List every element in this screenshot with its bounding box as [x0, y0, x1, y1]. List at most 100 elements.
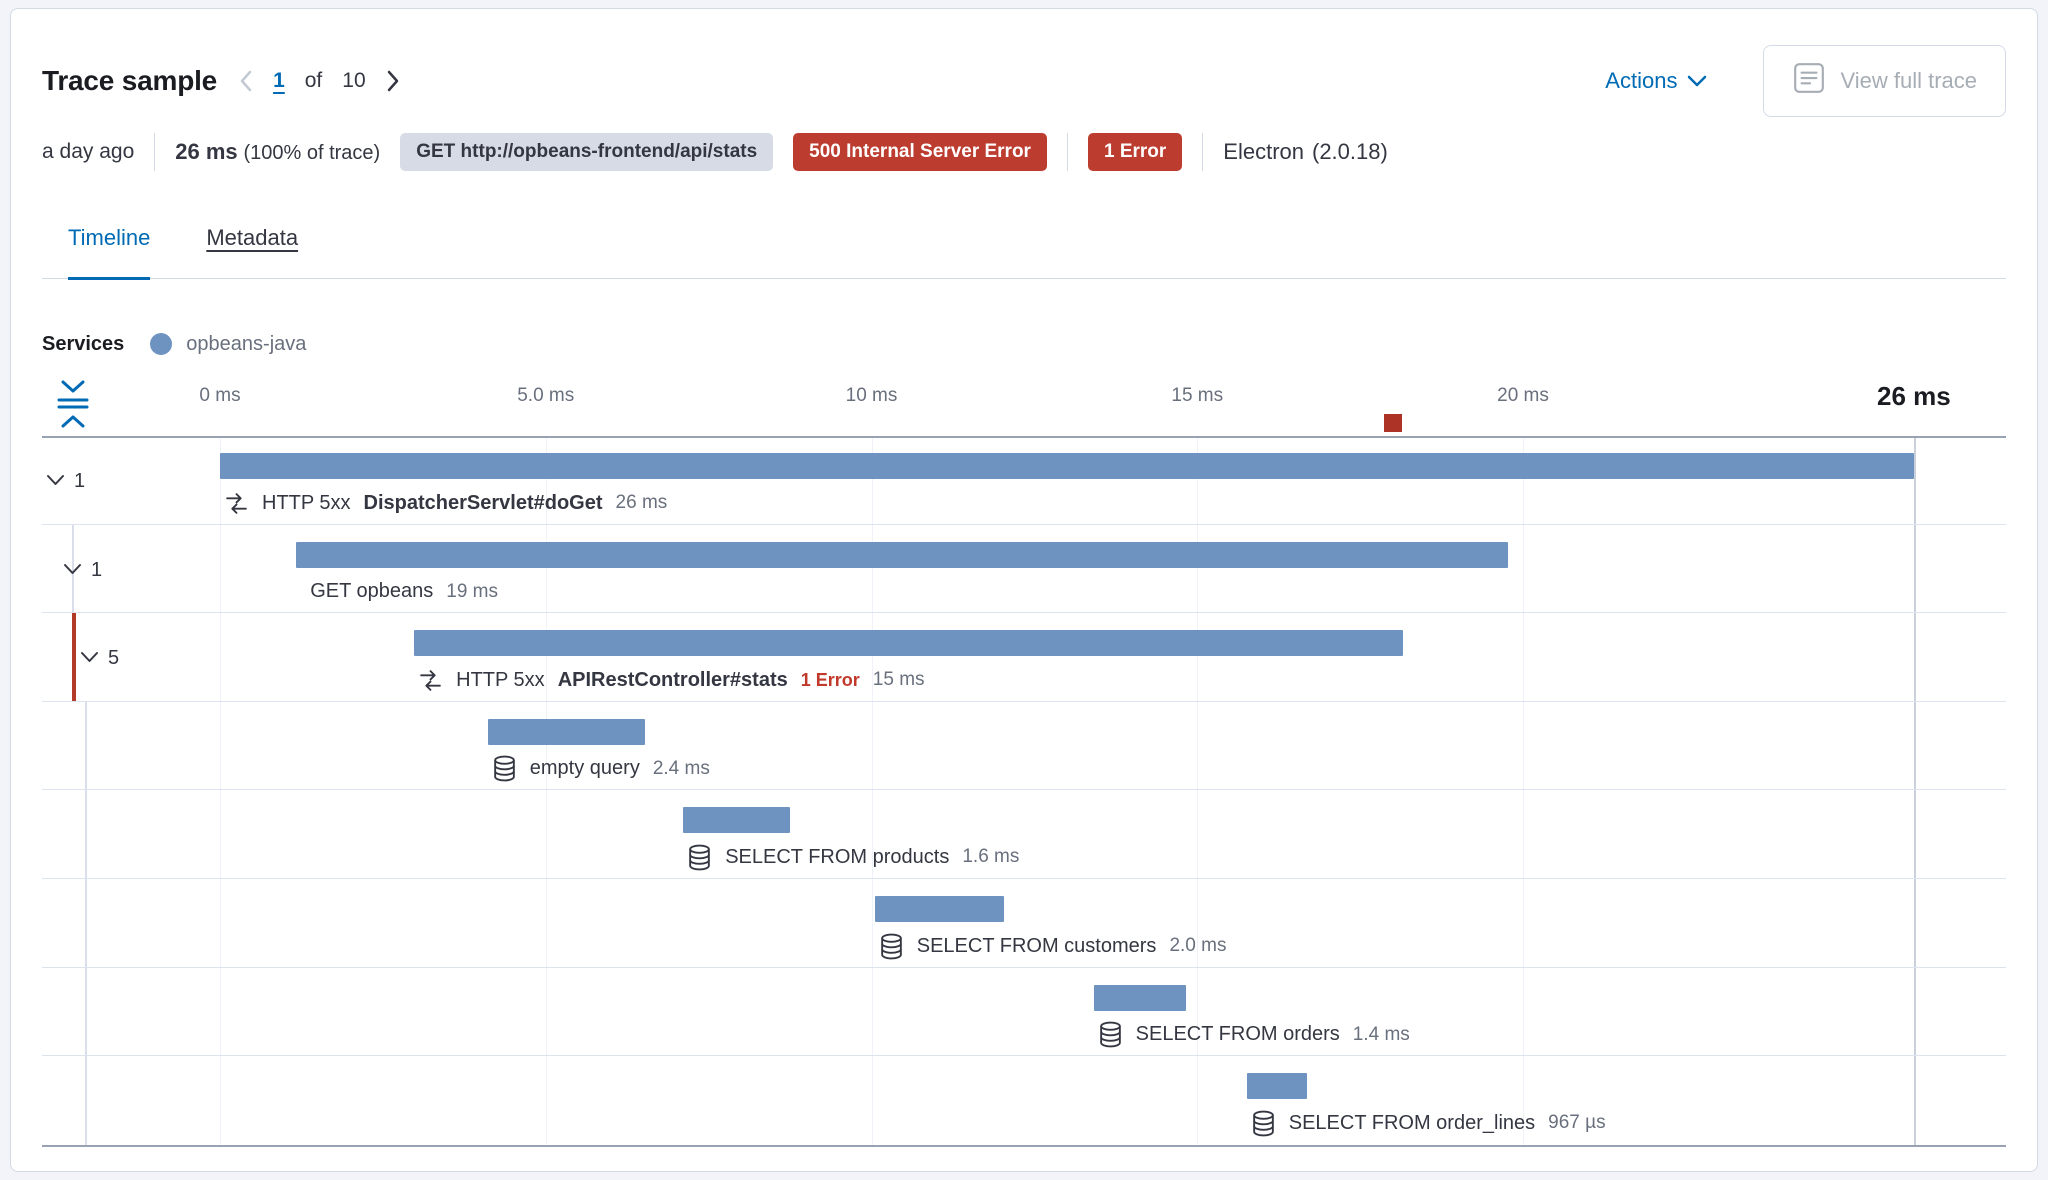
item-duration: 967 µs — [1548, 1112, 1606, 1134]
divider — [154, 133, 156, 171]
span-bar[interactable] — [874, 896, 1004, 922]
item-name: DispatcherServlet#doGet — [363, 491, 603, 514]
chevron-down-icon — [63, 559, 82, 582]
waterfall-row: empty query 2.4 ms — [42, 702, 2006, 791]
tab-metadata[interactable]: Metadata — [206, 199, 298, 280]
database-icon — [687, 844, 712, 871]
timestamp-label: a day ago — [42, 140, 135, 163]
agent-info: Electron (2.0.18) — [1223, 139, 1388, 165]
item-duration: 2.4 ms — [652, 757, 710, 779]
actions-label: Actions — [1605, 68, 1678, 93]
waterfall-item-label[interactable]: SELECT FROM orders 1.4 ms — [1098, 1020, 1410, 1050]
error-accent-bar — [72, 613, 76, 701]
item-name: empty query — [529, 757, 640, 780]
request-url-badge: GET http://opbeans-frontend/api/stats — [400, 133, 774, 171]
transaction-bar[interactable] — [414, 630, 1404, 657]
span-bar[interactable] — [1246, 1073, 1307, 1100]
agent-version: (2.0.18) — [1312, 139, 1388, 164]
waterfall-item-label[interactable]: HTTP 5xx DispatcherServlet#doGet 26 ms — [224, 488, 667, 518]
item-duration: 1.4 ms — [1352, 1023, 1410, 1045]
divider — [1202, 133, 1204, 171]
divider — [1066, 133, 1068, 171]
item-name: SELECT FROM customers — [916, 934, 1157, 957]
pagination-prev-icon[interactable] — [239, 69, 253, 93]
view-full-trace-label: View full trace — [1840, 68, 1977, 93]
legend-item-opbeans-java: opbeans-java — [150, 333, 306, 356]
waterfall-row: 1 GET opbeans 19 ms — [42, 525, 2006, 614]
error-count-badge[interactable]: 1 Error — [1087, 133, 1183, 171]
item-duration: 2.0 ms — [1169, 935, 1227, 956]
merge-icon — [224, 491, 249, 516]
item-name: GET opbeans — [310, 580, 434, 603]
waterfall-item-label[interactable]: GET opbeans 19 ms — [310, 577, 498, 607]
item-name: APIRestController#stats — [557, 668, 788, 691]
span-bar[interactable] — [683, 807, 791, 834]
axis-tick-label: 20 ms — [1497, 385, 1549, 406]
database-icon — [1098, 1021, 1123, 1048]
panel-header: Trace sample 1 of 10 Actions View full t… — [42, 43, 2006, 119]
merge-icon — [418, 668, 443, 693]
database-icon — [879, 933, 904, 960]
chevron-down-icon — [1687, 68, 1707, 94]
transaction-bar[interactable] — [296, 541, 1508, 568]
waterfall-chart: 0 ms 5.0 ms 10 ms 15 ms 20 ms 26 ms 1 HTTP 5xx D… — [42, 379, 2006, 1169]
expand-toggle[interactable]: 5 — [80, 647, 119, 670]
chevron-down-icon — [46, 470, 65, 493]
item-type-prefix: HTTP 5xx — [262, 491, 351, 514]
waterfall-row: SELECT FROM customers 2.0 ms — [42, 879, 2006, 968]
waterfall-item-label[interactable]: SELECT FROM customers 2.0 ms — [879, 931, 1227, 961]
item-type-prefix: HTTP 5xx — [456, 668, 545, 691]
waterfall-item-label[interactable]: HTTP 5xx APIRestController#stats 1 Error 15… — [418, 665, 925, 695]
waterfall-row: SELECT FROM products 1.6 ms — [42, 790, 2006, 879]
services-legend: Services opbeans-java — [42, 324, 2006, 364]
duration-value: 26 ms — [175, 139, 238, 164]
span-bar[interactable] — [1093, 984, 1186, 1011]
item-name: SELECT FROM orders — [1135, 1023, 1340, 1046]
axis-tick-label: 15 ms — [1171, 385, 1224, 406]
service-color-dot — [150, 333, 173, 355]
transaction-bar[interactable] — [220, 453, 1914, 479]
database-icon — [492, 755, 517, 782]
item-name: SELECT FROM order_lines — [1288, 1111, 1536, 1134]
trace-summary: a day ago 26 ms (100% of trace) GET http… — [42, 129, 2006, 175]
database-icon — [1251, 1110, 1276, 1137]
axis-total-label: 26 ms — [1877, 381, 1951, 411]
waterfall-item-label[interactable]: SELECT FROM order_lines 967 µs — [1251, 1108, 1606, 1138]
service-name: opbeans-java — [186, 332, 307, 355]
span-bar[interactable] — [487, 718, 645, 745]
view-full-trace-button[interactable]: View full trace — [1763, 45, 2006, 117]
item-duration: 1.6 ms — [962, 846, 1020, 868]
pagination-of-label: of — [304, 69, 323, 92]
pagination-next-icon[interactable] — [386, 69, 400, 93]
waterfall-row: SELECT FROM order_lines 967 µs — [42, 1056, 2006, 1145]
error-marker[interactable] — [1383, 414, 1402, 432]
waterfall-row: SELECT FROM orders 1.4 ms — [42, 968, 2006, 1057]
expand-toggle[interactable]: 1 — [63, 559, 102, 582]
document-icon — [1792, 61, 1826, 101]
waterfall-row: 1 HTTP 5xx DispatcherServlet#doGet 26 ms — [42, 436, 2006, 525]
services-legend-label: Services — [42, 332, 125, 355]
child-count: 1 — [91, 558, 103, 581]
item-duration: 26 ms — [615, 492, 668, 513]
pagination-current[interactable]: 1 — [273, 69, 285, 93]
waterfall-item-label[interactable]: SELECT FROM products 1.6 ms — [687, 842, 1019, 872]
waterfall-item-label[interactable]: empty query 2.4 ms — [492, 754, 710, 784]
page-title: Trace sample — [42, 65, 218, 96]
status-code-badge: 500 Internal Server Error — [793, 133, 1047, 171]
agent-name: Electron — [1223, 139, 1304, 164]
pagination-total: 10 — [342, 69, 366, 92]
tab-bar: Timeline Metadata — [42, 199, 2006, 280]
actions-menu-button[interactable]: Actions — [1605, 68, 1707, 94]
duration-percent: (100% of trace) — [243, 142, 381, 164]
child-count: 5 — [108, 647, 120, 670]
item-error-count: 1 Error — [800, 669, 860, 690]
trace-sample-panel: Trace sample 1 of 10 Actions View full t… — [10, 8, 2038, 1172]
pagination: 1 of 10 — [239, 69, 400, 93]
chevron-down-icon — [80, 647, 99, 670]
item-name: SELECT FROM products — [725, 845, 950, 868]
tab-timeline[interactable]: Timeline — [68, 199, 151, 280]
collapse-all-icon[interactable] — [52, 379, 94, 434]
expand-toggle[interactable]: 1 — [46, 470, 85, 493]
waterfall-row: 5 HTTP 5xx APIRestController#stats 1 Error 1… — [42, 613, 2006, 702]
child-count: 1 — [74, 470, 86, 492]
